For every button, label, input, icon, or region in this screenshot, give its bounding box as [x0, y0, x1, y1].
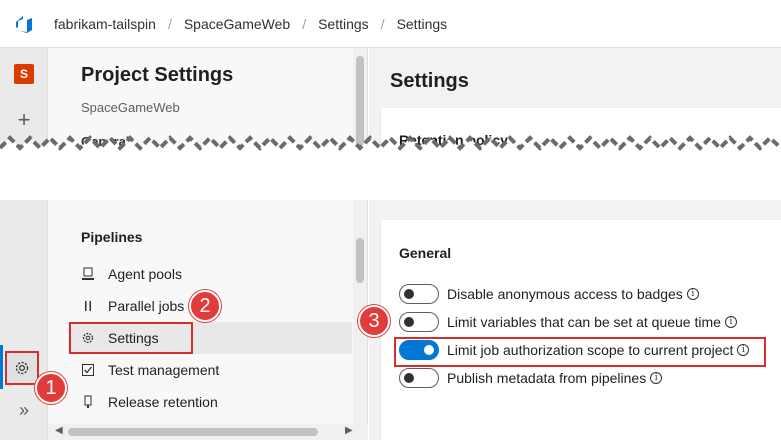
nav-item-agent-pools[interactable]: Agent pools	[68, 258, 352, 290]
scrollbar-thumb[interactable]	[356, 238, 364, 283]
breadcrumb-project[interactable]: SpaceGameWeb	[178, 16, 296, 32]
rail-active-indicator	[0, 345, 3, 389]
nav-item-label: Test management	[108, 362, 220, 378]
toggle-switch[interactable]	[399, 368, 439, 388]
nav-section-general: General	[81, 134, 130, 149]
project-avatar[interactable]: S	[14, 64, 34, 84]
settings-main: Settings Retention policy General Disabl…	[369, 48, 781, 440]
toggle-label: Publish metadata from pipelines	[447, 370, 647, 386]
breadcrumb-settings-page[interactable]: Settings	[391, 16, 454, 32]
toggle-row-limit-variables: Limit variables that can be set at queue…	[399, 311, 737, 333]
plus-icon[interactable]: +	[12, 108, 36, 132]
nav-item-label: Agent pools	[108, 266, 182, 282]
project-settings-button[interactable]	[5, 351, 39, 385]
breadcrumb-separator: /	[302, 15, 307, 32]
nav-item-release-retention[interactable]: Release retention	[68, 386, 352, 418]
expand-rail-icon[interactable]: »	[12, 400, 36, 424]
scrollbar-thumb[interactable]	[356, 56, 364, 146]
scroll-left-arrow-icon[interactable]: ◀	[55, 425, 63, 436]
breadcrumb-separator: /	[380, 15, 385, 32]
callout-2: 2	[189, 290, 221, 322]
breadcrumb-organization[interactable]: fabrikam-tailspin	[48, 16, 162, 32]
nav-horizontal-scrollbar[interactable]	[48, 424, 368, 440]
project-settings-nav: Project Settings SpaceGameWeb General Pi…	[48, 48, 368, 440]
nav-vertical-scrollbar[interactable]	[353, 48, 367, 424]
info-icon[interactable]: i	[686, 288, 699, 300]
retention-policy-heading: Retention policy	[399, 132, 508, 148]
nav-section-pipelines: Pipelines	[81, 229, 143, 245]
retention-card	[381, 108, 781, 198]
agent-pools-icon	[68, 267, 108, 281]
callout-1: 1	[35, 372, 67, 404]
toggle-switch[interactable]	[399, 284, 439, 304]
callout-3: 3	[358, 305, 390, 337]
info-icon[interactable]: i	[650, 372, 663, 384]
toggle-row-publish-metadata: Publish metadata from pipelines i	[399, 367, 663, 389]
top-bar: fabrikam-tailspin / SpaceGameWeb / Setti…	[0, 0, 781, 48]
nav-item-label: Parallel jobs	[108, 298, 185, 314]
nav-subtitle: SpaceGameWeb	[81, 100, 180, 115]
scroll-right-arrow-icon[interactable]: ▶	[345, 425, 353, 436]
toggle-switch[interactable]	[399, 312, 439, 332]
nav-item-test-management[interactable]: Test management	[68, 354, 352, 386]
test-management-icon	[68, 363, 108, 377]
toggle-label: Disable anonymous access to badges	[447, 286, 683, 302]
nav-item-label: Release retention	[108, 394, 218, 410]
parallel-jobs-icon	[68, 299, 108, 313]
breadcrumb-separator: /	[167, 15, 172, 32]
azure-devops-logo-icon[interactable]	[0, 0, 48, 48]
settings-highlight-box	[69, 322, 193, 354]
breadcrumb-settings[interactable]: Settings	[312, 16, 375, 32]
toggle-row-disable-anonymous-badges: Disable anonymous access to badges i	[399, 283, 699, 305]
toggle-label: Limit variables that can be set at queue…	[447, 314, 721, 330]
nav-title: Project Settings	[81, 64, 234, 86]
gear-icon	[15, 361, 29, 375]
job-scope-highlight-box	[394, 337, 766, 367]
release-retention-icon	[68, 395, 108, 409]
page-title: Settings	[390, 70, 469, 92]
general-heading: General	[399, 245, 452, 261]
scrollbar-thumb[interactable]	[68, 428, 318, 436]
info-icon[interactable]: i	[724, 316, 737, 328]
breadcrumb: fabrikam-tailspin / SpaceGameWeb / Setti…	[48, 16, 453, 32]
